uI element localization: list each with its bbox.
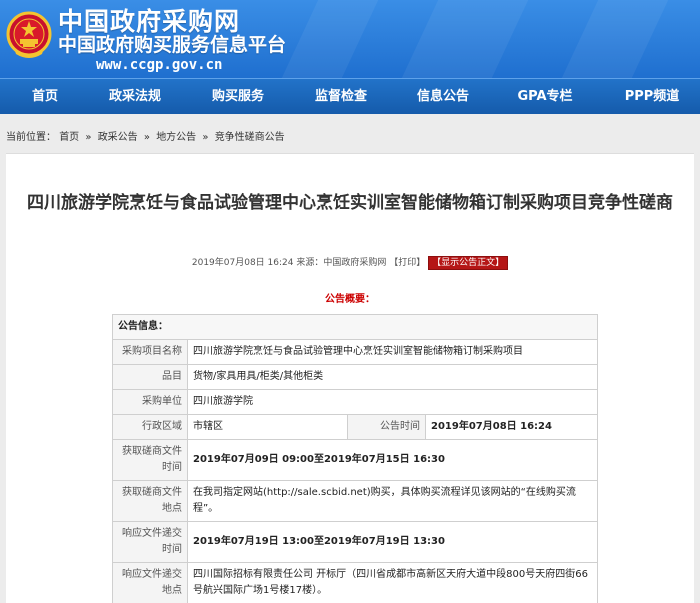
submit-place-value: 四川国际招标有限责任公司 开标厅（四川省成都市高新区天府大道中段800号天府四街… — [187, 562, 598, 603]
obtain-place-value: 在我司指定网站(http://sale.scbid.net)购买，具体购买流程详… — [187, 480, 598, 522]
table-row: 获取磋商文件时间 2019年07月09日 09:00至2019年07月15日 1… — [112, 439, 598, 481]
row-label: 响应文件递交地点 — [112, 562, 188, 603]
national-emblem-icon — [6, 11, 52, 58]
info-section-label: 公告信息： — [112, 314, 598, 340]
site-url[interactable]: www.ccgp.gov.cn — [96, 57, 222, 73]
row-label: 采购项目名称 — [112, 339, 188, 365]
breadcrumb-separator: » — [202, 132, 209, 143]
table-row: 采购单位 四川旅游学院 — [112, 389, 598, 415]
nav-item-gpa[interactable]: GPA专栏 — [510, 79, 580, 114]
site-name[interactable]: 中国政府采购网 — [58, 8, 240, 36]
purchaser-value: 四川旅游学院 — [187, 389, 598, 415]
breadcrumb-local[interactable]: 地方公告 — [156, 132, 196, 143]
breadcrumb-separator: » — [85, 132, 92, 143]
site-header: 中国政府采购网 中国政府购买服务信息平台 www.ccgp.gov.cn — [0, 0, 700, 78]
publish-time-value: 2019年07月08日 16:24 — [425, 414, 598, 440]
nav-item-announcements[interactable]: 信息公告 — [408, 79, 478, 114]
row-label: 响应文件递交时间 — [112, 521, 188, 563]
project-name-value: 四川旅游学院烹饪与食品试验管理中心烹饪实训室智能储物箱订制采购项目 — [187, 339, 598, 365]
breadcrumb: 当前位置： 首页 » 政采公告 » 地方公告 » 竞争性磋商公告 — [0, 127, 285, 149]
table-row: 响应文件递交时间 2019年07月19日 13:00至2019年07月19日 1… — [112, 521, 598, 563]
summary-heading: 公告概要： — [325, 294, 375, 305]
banner-decoration — [281, 0, 379, 78]
nav-item-ppp[interactable]: PPP频道 — [612, 79, 692, 114]
table-row: 品目 货物/家具用具/柜类/其他柜类 — [112, 364, 598, 390]
table-row: 公告信息： — [112, 314, 598, 340]
table-row: 行政区域 市辖区 公告时间 2019年07月08日 16:24 — [112, 414, 598, 440]
nav-item-regulations[interactable]: 政采法规 — [100, 79, 170, 114]
site-subtitle: 中国政府购买服务信息平台 — [58, 34, 287, 56]
region-value: 市辖区 — [187, 414, 348, 440]
content-panel: 四川旅游学院烹饪与食品试验管理中心烹饪实训室智能储物箱订制采购项目竞争性磋商 2… — [6, 153, 694, 603]
row-label: 获取磋商文件时间 — [112, 439, 188, 481]
info-table: 公告信息： 采购项目名称 四川旅游学院烹饪与食品试验管理中心烹饪实训室智能储物箱… — [112, 314, 598, 603]
table-row: 采购项目名称 四川旅游学院烹饪与食品试验管理中心烹饪实训室智能储物箱订制采购项目 — [112, 339, 598, 365]
article-meta: 2019年07月08日 16:24 来源：中国政府采购网 【打印】 【显示公告正… — [6, 256, 694, 270]
row-label: 品目 — [112, 364, 188, 390]
submit-time-value: 2019年07月19日 13:00至2019年07月19日 13:30 — [187, 521, 598, 563]
breadcrumb-separator: » — [143, 132, 150, 143]
table-row: 获取磋商文件地点 在我司指定网站(http://sale.scbid.net)购… — [112, 480, 598, 522]
article-meta-text: 2019年07月08日 16:24 来源：中国政府采购网 【打印】 — [191, 258, 426, 268]
row-label: 采购单位 — [112, 389, 188, 415]
row-label: 公告时间 — [347, 414, 426, 440]
nav-item-home[interactable]: 首页 — [10, 79, 80, 114]
banner-decoration — [401, 0, 529, 78]
breadcrumb-prefix: 当前位置： — [6, 132, 56, 143]
category-value: 货物/家具用具/柜类/其他柜类 — [187, 364, 598, 390]
nav-item-supervision[interactable]: 监督检查 — [306, 79, 376, 114]
breadcrumb-current[interactable]: 竞争性磋商公告 — [215, 132, 285, 143]
obtain-time-value: 2019年07月09日 09:00至2019年07月15日 16:30 — [187, 439, 598, 481]
main-nav: 首页 政采法规 购买服务 监督检查 信息公告 GPA专栏 PPP频道 — [0, 78, 700, 114]
nav-item-services[interactable]: 购买服务 — [203, 79, 273, 114]
banner-decoration — [561, 0, 669, 78]
breadcrumb-procurement[interactable]: 政采公告 — [98, 132, 138, 143]
show-body-button[interactable]: 【显示公告正文】 — [428, 256, 509, 270]
row-label: 获取磋商文件地点 — [112, 480, 188, 522]
page-title: 四川旅游学院烹饪与食品试验管理中心烹饪实训室智能储物箱订制采购项目竞争性磋商 — [27, 193, 673, 213]
row-label: 行政区域 — [112, 414, 188, 440]
table-row: 响应文件递交地点 四川国际招标有限责任公司 开标厅（四川省成都市高新区天府大道中… — [112, 562, 598, 603]
breadcrumb-home[interactable]: 首页 — [59, 132, 79, 143]
